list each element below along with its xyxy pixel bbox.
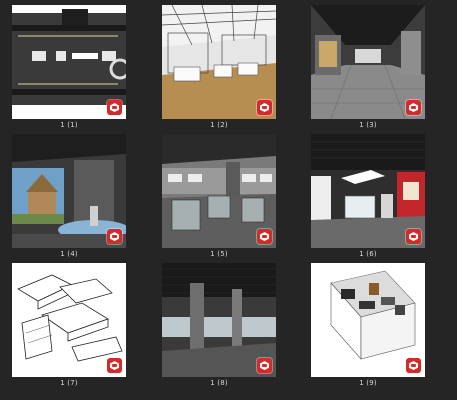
thumbnail-item[interactable]: 1 (2) [162, 5, 280, 131]
sketchup-icon [406, 358, 421, 373]
thumbnail-grid: 1 (1) 1 (2) 1 (3) 1 (4) 1 (5) 1 (6) 1 (7… [0, 0, 457, 400]
thumbnail-caption: 1 (2) [210, 121, 228, 129]
thumbnail-caption: 1 (7) [60, 379, 78, 387]
thumbnail-image[interactable] [12, 5, 126, 119]
thumbnail-item[interactable]: 1 (6) [311, 134, 429, 260]
sketchup-icon [107, 100, 122, 115]
thumbnail-caption: 1 (9) [359, 379, 377, 387]
thumbnail-item[interactable]: 1 (5) [162, 134, 280, 260]
thumbnail-item[interactable]: 1 (7) [12, 263, 130, 389]
thumbnail-caption: 1 (5) [210, 250, 228, 258]
sketchup-icon [406, 100, 421, 115]
sketchup-icon [406, 229, 421, 244]
sketchup-icon [257, 358, 272, 373]
thumbnail-item[interactable]: 1 (1) [12, 5, 130, 131]
thumbnail-image[interactable] [311, 263, 425, 377]
thumbnail-item[interactable]: 1 (8) [162, 263, 280, 389]
sketchup-icon [257, 229, 272, 244]
thumbnail-caption: 1 (3) [359, 121, 377, 129]
thumbnail-item[interactable]: 1 (9) [311, 263, 429, 389]
thumbnail-caption: 1 (4) [60, 250, 78, 258]
thumbnail-image[interactable] [311, 134, 425, 248]
thumbnail-image[interactable] [12, 263, 126, 377]
thumbnail-caption: 1 (1) [60, 121, 78, 129]
sketchup-icon [107, 358, 122, 373]
thumbnail-image[interactable] [12, 134, 126, 248]
thumbnail-image[interactable] [162, 263, 276, 377]
thumbnail-caption: 1 (8) [210, 379, 228, 387]
thumbnail-image[interactable] [162, 134, 276, 248]
thumbnail-image[interactable] [311, 5, 425, 119]
thumbnail-item[interactable]: 1 (4) [12, 134, 130, 260]
sketchup-icon [107, 229, 122, 244]
thumbnail-caption: 1 (6) [359, 250, 377, 258]
thumbnail-image[interactable] [162, 5, 276, 119]
thumbnail-item[interactable]: 1 (3) [311, 5, 429, 131]
sketchup-icon [257, 100, 272, 115]
